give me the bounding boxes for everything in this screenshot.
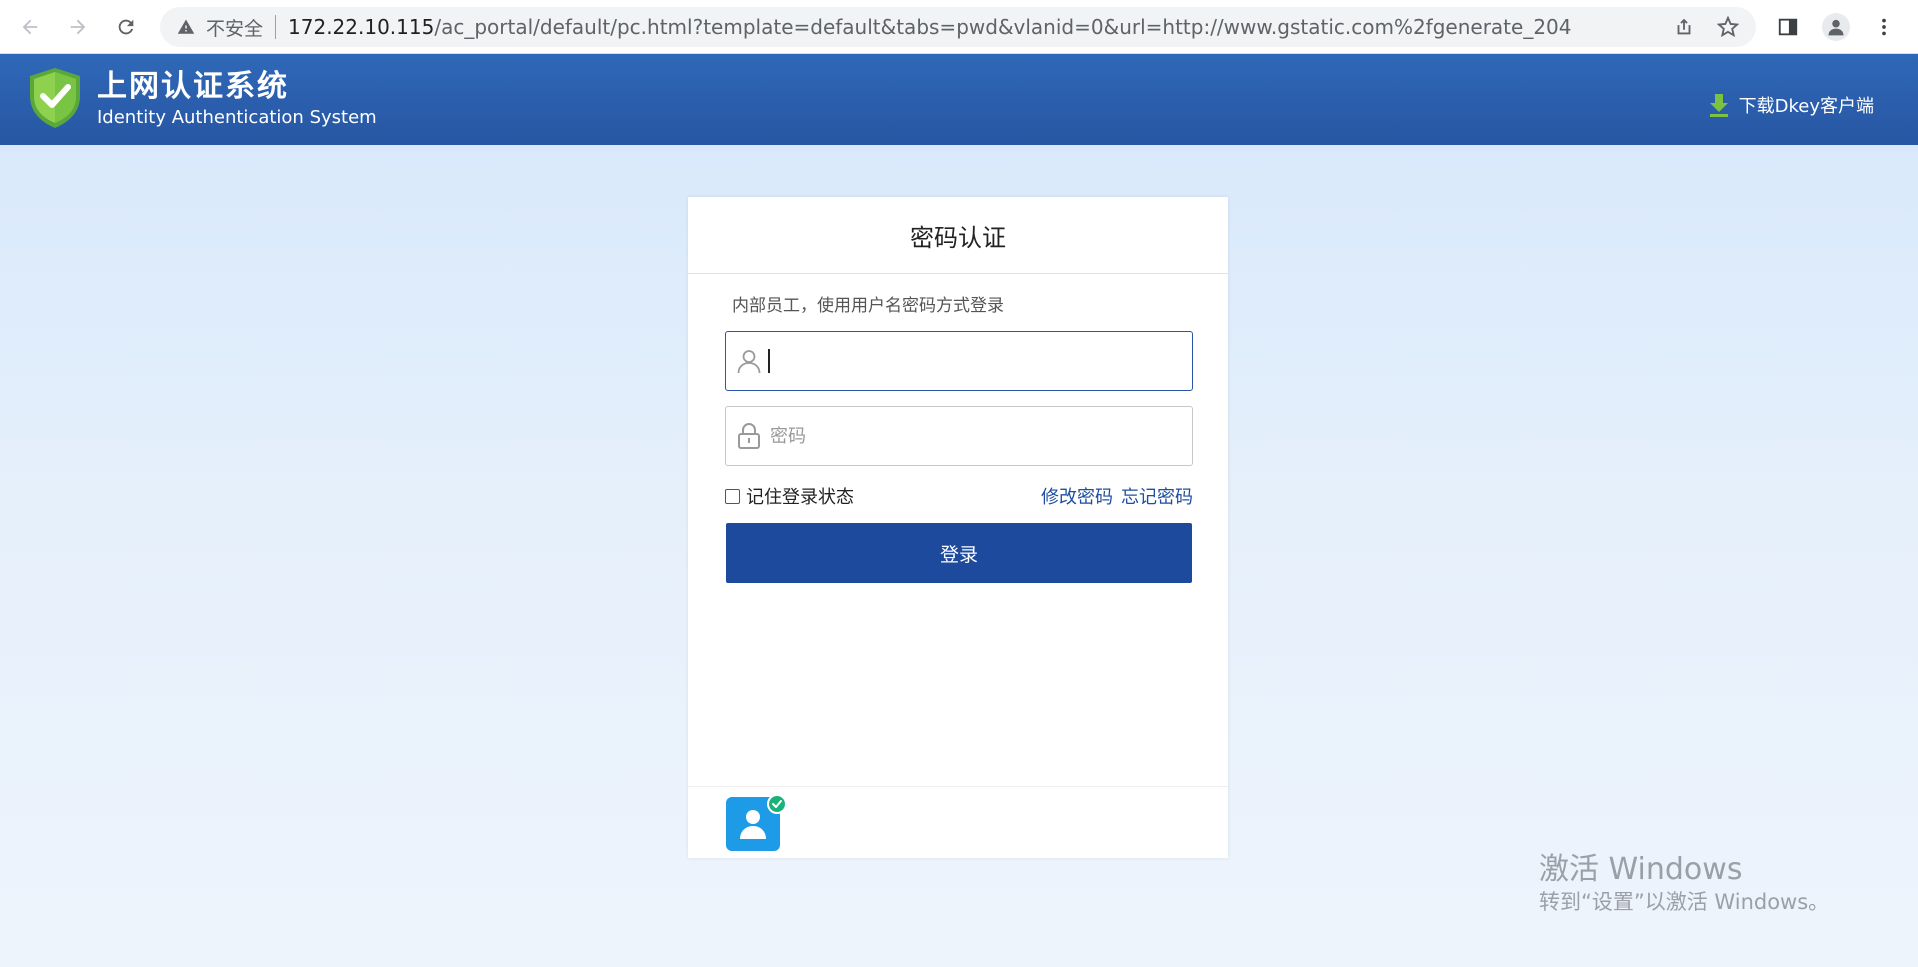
- url-host: 172.22.10.115: [288, 15, 435, 39]
- card-title: 密码认证: [688, 197, 1228, 274]
- site-title: 上网认证系统: [97, 69, 289, 104]
- remember-label[interactable]: 记住登录状态: [746, 483, 854, 509]
- arrow-right-icon: [70, 19, 86, 35]
- account-links: 修改密码 忘记密码: [1033, 483, 1193, 509]
- share-button[interactable]: [1672, 15, 1696, 39]
- auth-method-bar: [688, 786, 1228, 859]
- login-hint: 内部员工，使用用户名密码方式登录: [732, 296, 1004, 316]
- user-icon: [728, 332, 770, 390]
- profile-button[interactable]: [1820, 11, 1852, 43]
- reload-icon: [118, 19, 134, 35]
- more-vertical-icon: [1882, 18, 1886, 36]
- download-icon: [1709, 93, 1729, 117]
- password-input[interactable]: [770, 416, 1180, 456]
- bookmark-button[interactable]: [1716, 15, 1740, 39]
- download-client-link[interactable]: 下载Dkey客户端: [1709, 92, 1874, 118]
- username-field[interactable]: [725, 331, 1193, 391]
- side-panel-button[interactable]: [1772, 11, 1804, 43]
- username-input[interactable]: [770, 341, 1180, 381]
- login-button[interactable]: 登录: [726, 523, 1192, 583]
- watermark-title: 激活 Windows: [1539, 852, 1743, 887]
- star-icon: [1717, 16, 1739, 38]
- url-text[interactable]: 172.22.10.115/ac_portal/default/pc.html?…: [288, 15, 1648, 39]
- shield-check-logo-icon: [30, 68, 80, 128]
- warning-icon[interactable]: [176, 17, 196, 37]
- site-subtitle: Identity Authentication System: [97, 107, 377, 128]
- download-client-label: 下载Dkey客户端: [1738, 96, 1874, 117]
- separator: [275, 15, 277, 39]
- remember-checkbox[interactable]: [725, 488, 740, 504]
- security-label[interactable]: 不安全: [206, 14, 263, 41]
- share-icon: [1677, 18, 1691, 35]
- login-card: 密码认证 内部员工，使用用户名密码方式登录 记住登录状态 修改密码 忘记密码 登…: [688, 197, 1228, 858]
- windows-activation-watermark: 激活 Windows 转到“设置”以激活 Windows。: [1539, 852, 1829, 916]
- site-header: 上网认证系统 Identity Authentication System 下载…: [0, 54, 1918, 145]
- side-panel-icon: [1778, 18, 1798, 36]
- person-icon: [1828, 19, 1844, 36]
- browser-toolbar: 不安全 172.22.10.115/ac_portal/default/pc.h…: [0, 0, 1918, 54]
- remember-row: 记住登录状态 修改密码 忘记密码: [725, 484, 1193, 508]
- url-path: /ac_portal/default/pc.html?template=defa…: [434, 15, 1572, 39]
- forgot-password-link[interactable]: 忘记密码: [1121, 483, 1193, 509]
- browser-menu-button[interactable]: [1868, 11, 1900, 43]
- lock-icon: [728, 407, 770, 465]
- password-field[interactable]: [725, 406, 1193, 466]
- check-badge-icon: [767, 794, 787, 814]
- address-bar[interactable]: 不安全 172.22.10.115/ac_portal/default/pc.h…: [160, 7, 1756, 47]
- change-password-link[interactable]: 修改密码: [1041, 483, 1113, 509]
- arrow-left-icon: [22, 19, 38, 35]
- back-button[interactable]: [14, 11, 46, 43]
- forward-button[interactable]: [62, 11, 94, 43]
- reload-button[interactable]: [110, 11, 142, 43]
- avatar: [1822, 13, 1850, 41]
- watermark-subtitle: 转到“设置”以激活 Windows。: [1539, 890, 1830, 914]
- user-icon: [740, 810, 766, 839]
